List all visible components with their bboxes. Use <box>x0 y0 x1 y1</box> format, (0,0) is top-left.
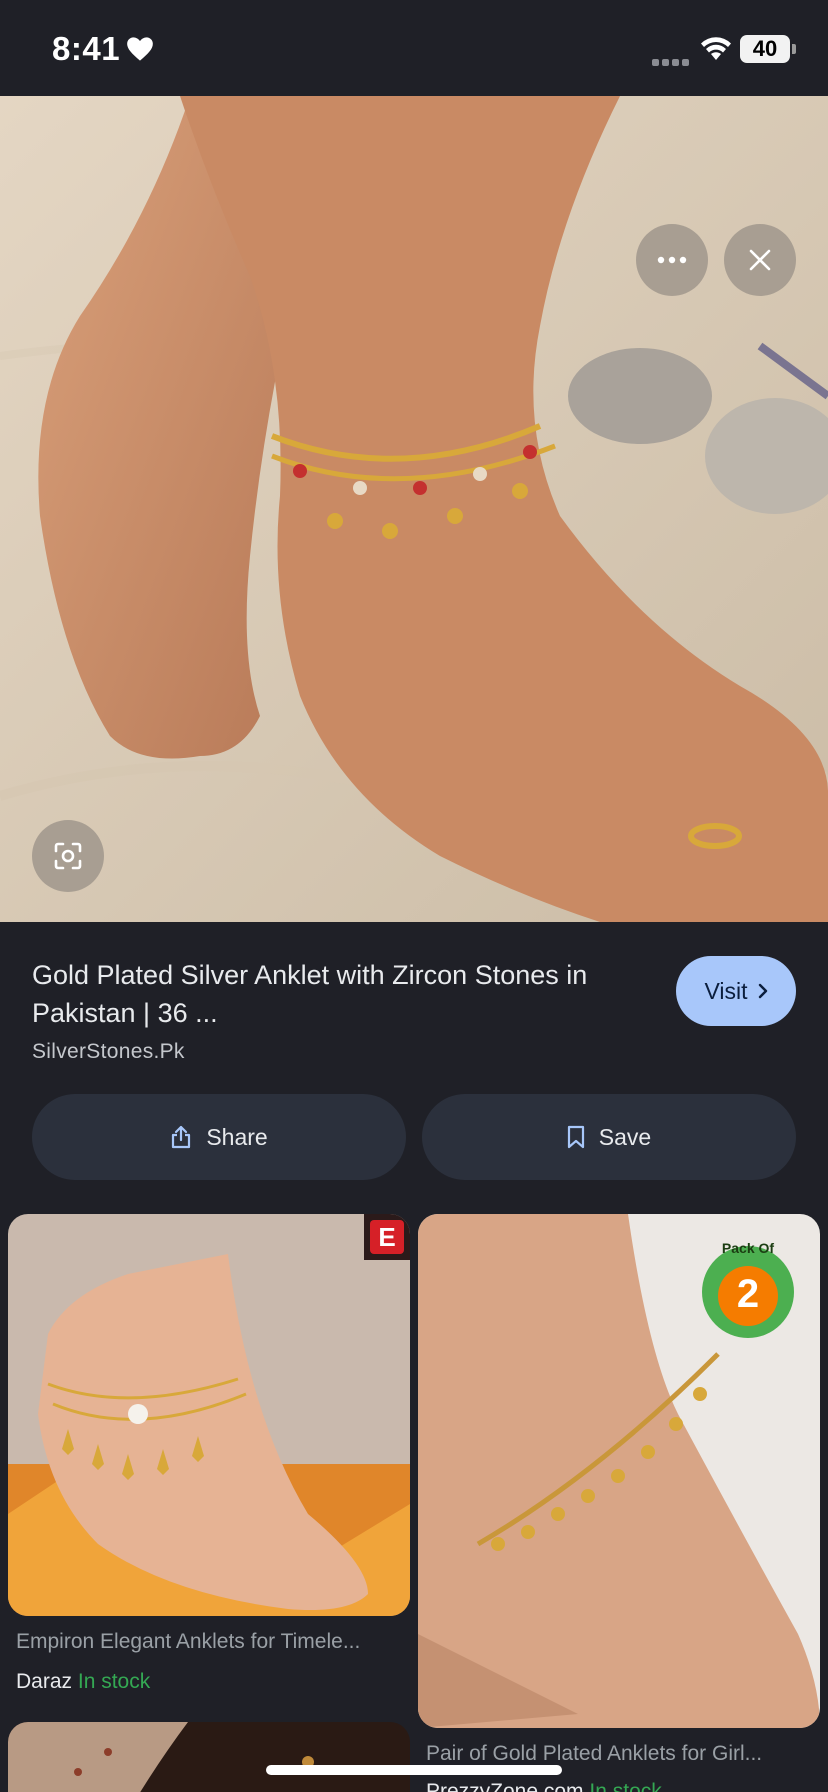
heart-icon <box>127 37 153 61</box>
share-button[interactable]: Share <box>32 1094 406 1180</box>
related-image-1[interactable]: E <box>8 1214 410 1616</box>
merchant-name: PrezzyZone.com <box>426 1780 584 1792</box>
result-title[interactable]: Gold Plated Silver Anklet with Zircon St… <box>32 956 642 1032</box>
home-indicator[interactable] <box>266 1765 562 1775</box>
more-horizontal-icon <box>657 256 687 264</box>
result-source[interactable]: SilverStones.Pk <box>32 1040 185 1064</box>
status-bar: 8:41 40 <box>0 0 828 96</box>
share-icon <box>172 1125 191 1149</box>
share-label: Share <box>206 1123 268 1150</box>
wifi-icon <box>701 37 731 60</box>
battery-indicator: 40 <box>740 35 790 63</box>
close-icon <box>749 249 771 271</box>
more-options-button[interactable] <box>636 224 708 296</box>
merchant-name: Daraz <box>16 1670 73 1693</box>
related-source-2: PrezzyZone.com In stock <box>426 1780 662 1792</box>
status-time: 8:41 <box>52 30 121 67</box>
visit-label: Visit <box>704 977 748 1004</box>
visit-button[interactable]: Visit <box>676 956 796 1026</box>
lens-icon <box>54 842 82 870</box>
bookmark-icon <box>567 1125 584 1149</box>
save-button[interactable]: Save <box>422 1094 796 1180</box>
save-label: Save <box>598 1123 652 1150</box>
hero-image[interactable] <box>0 96 828 922</box>
related-title-1[interactable]: Empiron Elegant Anklets for Timele... <box>16 1630 402 1654</box>
battery-tip <box>792 44 796 54</box>
pack-badge-number: 2 <box>736 1272 760 1316</box>
cellular-signal-icon <box>652 53 692 66</box>
related-source-1: Daraz In stock <box>16 1670 150 1694</box>
pack-badge-label: Pack Of <box>721 1240 775 1256</box>
stock-status: In stock <box>77 1670 151 1693</box>
stock-status: In stock <box>589 1780 662 1792</box>
related-title-2[interactable]: Pair of Gold Plated Anklets for Girl... <box>426 1742 812 1766</box>
related-image-2[interactable]: Pack Of 2 <box>418 1214 820 1728</box>
lens-search-button[interactable] <box>32 820 104 892</box>
merchant-logo-badge: E <box>370 1220 404 1254</box>
chevron-right-icon <box>758 983 767 999</box>
close-button[interactable] <box>724 224 796 296</box>
related-image-3[interactable] <box>8 1722 410 1792</box>
